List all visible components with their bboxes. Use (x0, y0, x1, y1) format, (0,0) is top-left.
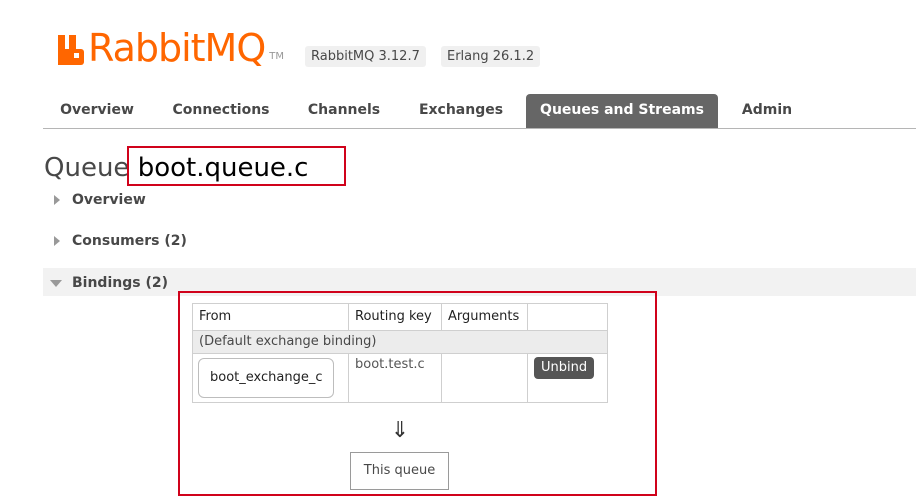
tab-overview[interactable]: Overview (43, 94, 151, 128)
logo-trademark: TM (269, 51, 284, 62)
logo-text: RabbitMQ (88, 26, 266, 70)
page-title-prefix: Queue (44, 153, 130, 183)
highlight-box-bindings (178, 291, 657, 496)
collapse-down-icon (50, 279, 62, 287)
section-consumers-toggle[interactable]: Consumers (2) (54, 231, 187, 251)
erlang-version-badge: Erlang 26.1.2 (441, 46, 541, 67)
section-consumers-label: Consumers (2) (72, 233, 187, 249)
tab-channels[interactable]: Channels (293, 94, 395, 128)
expand-right-icon (54, 236, 60, 246)
tab-queues-and-streams[interactable]: Queues and Streams (526, 94, 718, 128)
section-overview-label: Overview (72, 192, 146, 208)
section-bindings-toggle[interactable]: Bindings (2) (50, 273, 168, 293)
rabbitmq-version-badge: RabbitMQ 3.12.7 (305, 46, 426, 67)
highlight-box-queue-name (127, 146, 346, 186)
rabbitmq-logo[interactable]: RabbitMQ TM (58, 28, 284, 68)
tab-admin[interactable]: Admin (726, 94, 808, 128)
expand-right-icon (54, 195, 60, 205)
main-nav-tabs: Overview Connections Channels Exchanges … (43, 94, 916, 129)
tab-connections[interactable]: Connections (157, 94, 285, 128)
tab-exchanges[interactable]: Exchanges (403, 94, 519, 128)
section-bindings-label: Bindings (2) (72, 275, 168, 291)
section-overview-toggle[interactable]: Overview (54, 190, 146, 210)
rabbit-logo-icon (58, 35, 84, 65)
